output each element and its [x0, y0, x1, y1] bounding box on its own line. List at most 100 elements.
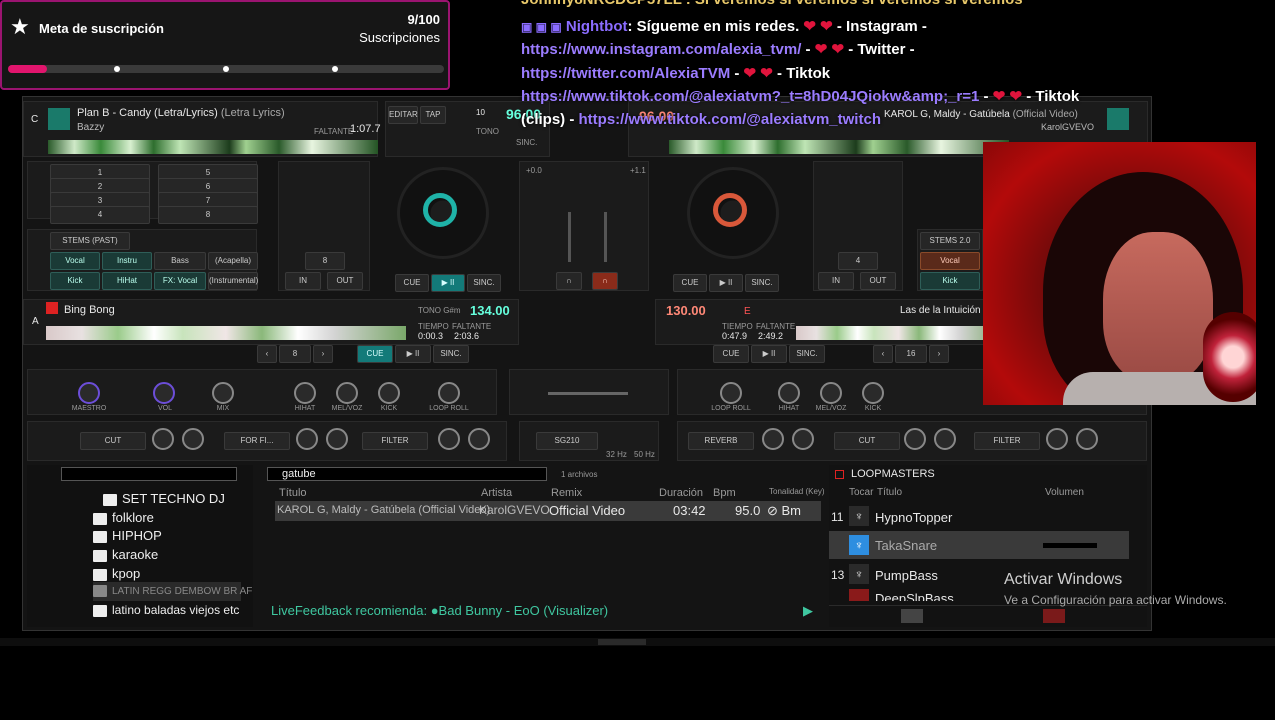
waveform[interactable] — [46, 326, 406, 340]
sample-play-icon[interactable]: ♆ — [849, 535, 869, 555]
stem-pad-kick[interactable]: Kick — [920, 272, 980, 290]
melvoz-knob[interactable] — [336, 382, 358, 404]
volume-knob[interactable] — [153, 382, 175, 404]
len-knob[interactable] — [934, 428, 956, 450]
sync-button[interactable]: SINC. — [745, 274, 779, 292]
play-button[interactable]: ▶ II — [431, 274, 465, 292]
hotcue-8[interactable]: 8 — [158, 206, 258, 224]
fx-select-cut[interactable]: CUT — [834, 432, 900, 450]
col-bpm[interactable]: Bpm — [713, 487, 736, 499]
dec-knob[interactable] — [792, 428, 814, 450]
col-artist[interactable]: Artista — [481, 487, 512, 499]
fx-select-reverb[interactable]: REVERB — [688, 432, 754, 450]
stems-select[interactable]: STEMS (PAST) — [50, 232, 130, 250]
sync-button[interactable]: SINC. — [467, 274, 501, 292]
cue-button[interactable]: CUE — [713, 345, 749, 363]
chat-link[interactable]: https://www.tiktok.com/@alexiatvm_twitch — [579, 111, 881, 128]
record-icon[interactable] — [835, 470, 844, 479]
beatjump-forward[interactable]: › — [313, 345, 333, 363]
fx-select-filter[interactable]: FILTER — [362, 432, 428, 450]
loop-length[interactable]: 4 — [838, 252, 878, 270]
stem-pad-instrumental[interactable]: (Instrumental) — [208, 272, 258, 290]
stem-pad-kick[interactable]: Kick — [50, 272, 100, 290]
folder-item[interactable]: folklore — [93, 508, 154, 527]
chat-link[interactable]: https://twitter.com/AlexiaTVM — [521, 65, 730, 82]
mix-knob[interactable] — [212, 382, 234, 404]
chat-nick[interactable]: Nightbot — [566, 18, 628, 35]
sample-play-icon[interactable] — [849, 589, 869, 601]
tap-button[interactable]: TAP — [420, 106, 446, 124]
chat-link[interactable]: https://www.tiktok.com/@alexiatvm?_t=8hD… — [521, 88, 979, 105]
jog-wheel-right[interactable] — [687, 167, 779, 259]
str-knob[interactable] — [762, 428, 784, 450]
melvoz-knob[interactable] — [820, 382, 842, 404]
beatjump-back[interactable]: ‹ — [257, 345, 277, 363]
grid-view-icon[interactable] — [901, 609, 923, 623]
stem-pad-bass[interactable]: Bass — [154, 252, 206, 270]
sample-row-selected[interactable]: ♆ TakaSnare — [829, 531, 1129, 559]
loop-length[interactable]: 8 — [305, 252, 345, 270]
col-duration[interactable]: Duración — [659, 487, 703, 499]
beatjump-back[interactable]: ‹ — [873, 345, 893, 363]
beatjump-forward[interactable]: › — [929, 345, 949, 363]
pos-knob[interactable] — [1046, 428, 1068, 450]
stem-pad-fx-vocal[interactable]: FX: Vocal — [154, 272, 206, 290]
kick-knob[interactable] — [862, 382, 884, 404]
fx-select-filter[interactable]: FILTER — [974, 432, 1040, 450]
res-knob[interactable] — [468, 428, 490, 450]
res-knob[interactable] — [1076, 428, 1098, 450]
record-sample-icon[interactable] — [1043, 609, 1065, 623]
sync-button[interactable]: SINC. — [789, 345, 825, 363]
play-button[interactable]: ▶ II — [751, 345, 787, 363]
horizontal-scrollbar[interactable] — [0, 638, 1275, 646]
headphone-cue-left[interactable]: ∩ — [556, 272, 582, 290]
str-knob[interactable] — [152, 428, 174, 450]
waveform[interactable] — [669, 140, 1009, 154]
volume-bar[interactable] — [1043, 543, 1097, 548]
hihat-knob[interactable] — [294, 382, 316, 404]
play-button[interactable]: ▶ II — [709, 274, 743, 292]
loop-in-button[interactable]: IN — [285, 272, 321, 290]
browser-search-input[interactable] — [61, 467, 237, 481]
recommendation-text[interactable]: LiveFeedback recomienda: ●Bad Bunny - Eo… — [271, 603, 608, 618]
play-button[interactable]: ▶ II — [395, 345, 431, 363]
chat-link[interactable]: https://www.instagram.com/alexia_tvm/ — [521, 41, 801, 58]
col-title[interactable]: Título — [279, 487, 307, 499]
master-knob[interactable] — [78, 382, 100, 404]
fx-select-cut[interactable]: CUT — [80, 432, 146, 450]
loop-roll-knob[interactable] — [438, 382, 460, 404]
channel-fader-right[interactable] — [604, 212, 607, 262]
str-knob[interactable] — [296, 428, 318, 450]
loop-out-button[interactable]: OUT — [327, 272, 363, 290]
loop-roll-knob[interactable] — [720, 382, 742, 404]
waveform[interactable] — [796, 326, 1001, 340]
folder-item[interactable]: kpop — [93, 564, 140, 583]
cue-button[interactable]: CUE — [673, 274, 707, 292]
headphone-cue-right[interactable]: ∩ — [592, 272, 618, 290]
folder-item[interactable]: latino baladas viejos etc — [93, 601, 239, 620]
crossfader[interactable] — [548, 392, 628, 395]
table-row[interactable]: KAROL G, Maldy - Gatúbela (Official Vide… — [275, 501, 821, 521]
cue-button[interactable]: CUE — [395, 274, 429, 292]
track-search-input[interactable]: gatube — [267, 467, 547, 481]
kick-knob[interactable] — [378, 382, 400, 404]
loop-out-button[interactable]: OUT — [860, 272, 896, 290]
folder-item[interactable]: karaoke — [93, 545, 158, 564]
type-knob[interactable] — [326, 428, 348, 450]
folder-item[interactable]: SET TECHNO DJ — [103, 489, 225, 508]
col-remix[interactable]: Remix — [551, 487, 582, 499]
loop-length[interactable]: 8 — [279, 345, 311, 363]
channel-fader-left[interactable] — [568, 212, 571, 262]
fx-select-forfi[interactable]: FOR FI... — [224, 432, 290, 450]
play-recommendation-icon[interactable]: ▶ — [803, 603, 813, 619]
sync-button[interactable]: SINC. — [433, 345, 469, 363]
folder-item-selected[interactable]: LATIN REGG DEMBOW BR AF — [93, 582, 252, 601]
stem-pad-instru[interactable]: Instru — [102, 252, 152, 270]
sample-play-icon[interactable]: ♆ — [849, 506, 869, 526]
record-icon[interactable] — [46, 302, 58, 314]
sync-label[interactable]: SINC. — [516, 138, 537, 147]
hotcue-4[interactable]: 4 — [50, 206, 150, 224]
loop-length[interactable]: 16 — [895, 345, 927, 363]
sampler-select[interactable]: SG210 — [536, 432, 598, 450]
sample-play-icon[interactable]: ♆ — [849, 564, 869, 584]
